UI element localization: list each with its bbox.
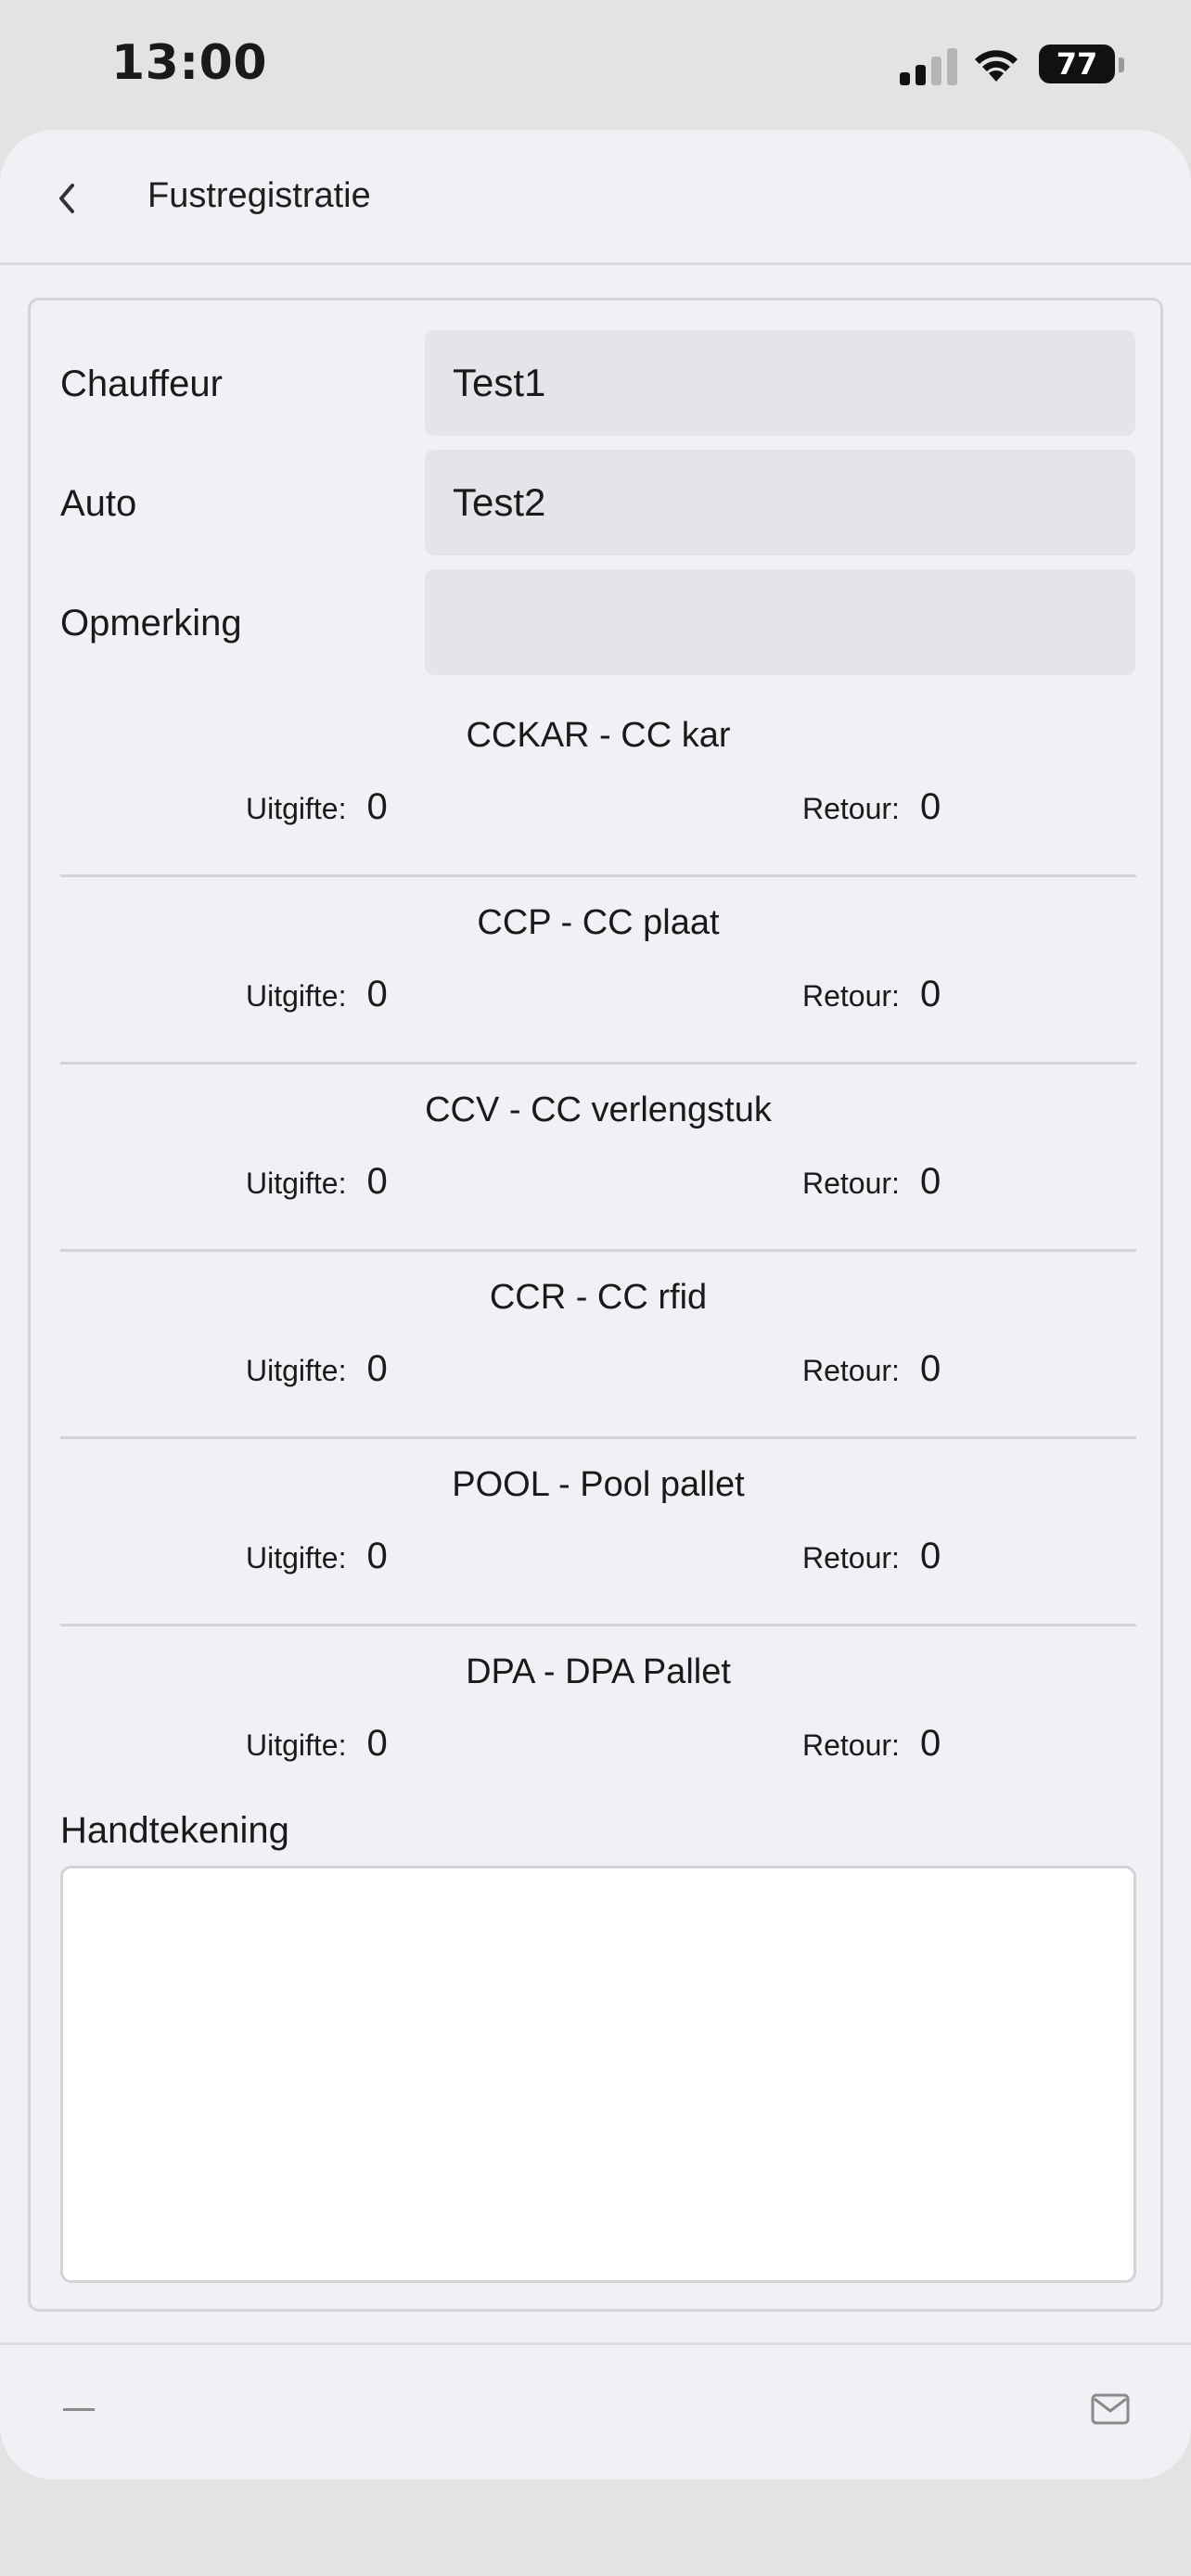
- uitgifte-value[interactable]: 0: [366, 1723, 387, 1765]
- minus-icon[interactable]: [63, 2408, 95, 2411]
- header: Fustregistratie: [0, 130, 1191, 265]
- item-title: DPA - DPA Pallet: [466, 1652, 731, 1691]
- retour-value[interactable]: 0: [920, 1536, 941, 1577]
- list-item: CCV - CC verlengstuk Uitgifte: 0 Retour:…: [60, 1065, 1136, 1252]
- retour-label: Retour:: [802, 1728, 900, 1762]
- retour-qty[interactable]: Retour: 0: [802, 1161, 941, 1207]
- retour-qty[interactable]: Retour: 0: [802, 1348, 941, 1395]
- uitgifte-qty[interactable]: Uitgifte: 0: [246, 1161, 388, 1207]
- retour-label: Retour:: [802, 792, 900, 825]
- signature-label: Handtekening: [60, 1810, 289, 1851]
- uitgifte-qty[interactable]: Uitgifte: 0: [246, 786, 388, 833]
- list-item: CCKAR - CC kar Uitgifte: 0 Retour: 0: [60, 690, 1136, 877]
- battery-level: 77: [1056, 46, 1098, 82]
- retour-value[interactable]: 0: [920, 974, 941, 1015]
- uitgifte-qty[interactable]: Uitgifte: 0: [246, 1348, 388, 1395]
- status-time: 13:00: [111, 35, 268, 91]
- item-title: CCR - CC rfid: [489, 1278, 708, 1317]
- battery-cap: [1119, 57, 1124, 72]
- uitgifte-label: Uitgifte:: [246, 1541, 347, 1575]
- battery-icon: 77: [1039, 45, 1115, 83]
- retour-label: Retour:: [802, 979, 900, 1013]
- modal-sheet: Fustregistratie Chauffeur Test1 Auto Tes…: [0, 130, 1191, 2480]
- auto-label: Auto: [60, 483, 137, 524]
- wifi-icon: [975, 50, 1018, 82]
- uitgifte-value[interactable]: 0: [366, 1348, 387, 1390]
- uitgifte-label: Uitgifte:: [246, 1354, 347, 1387]
- uitgifte-value[interactable]: 0: [366, 1536, 387, 1577]
- uitgifte-label: Uitgifte:: [246, 1728, 347, 1762]
- uitgifte-label: Uitgifte:: [246, 979, 347, 1013]
- retour-value[interactable]: 0: [920, 786, 941, 828]
- opmerking-label: Opmerking: [60, 603, 242, 644]
- status-bar: 13:00 77: [0, 0, 1191, 130]
- uitgifte-value[interactable]: 0: [366, 1161, 387, 1203]
- uitgifte-qty[interactable]: Uitgifte: 0: [246, 1536, 388, 1582]
- retour-qty[interactable]: Retour: 0: [802, 786, 941, 833]
- auto-field[interactable]: Test2: [425, 450, 1135, 555]
- footer-toolbar: [0, 2342, 1191, 2480]
- item-title: CCV - CC verlengstuk: [425, 1090, 772, 1129]
- retour-label: Retour:: [802, 1541, 900, 1575]
- chauffeur-label: Chauffeur: [60, 363, 223, 404]
- list-item: CCR - CC rfid Uitgifte: 0 Retour: 0: [60, 1252, 1136, 1439]
- retour-value[interactable]: 0: [920, 1348, 941, 1390]
- retour-label: Retour:: [802, 1354, 900, 1387]
- page-title: Fustregistratie: [147, 176, 371, 215]
- uitgifte-label: Uitgifte:: [246, 792, 347, 825]
- item-title: CCP - CC plaat: [477, 903, 720, 942]
- chevron-left-icon[interactable]: [52, 178, 83, 219]
- item-title: CCKAR - CC kar: [466, 716, 731, 755]
- opmerking-row: Opmerking: [31, 569, 1160, 675]
- signature-pad[interactable]: [60, 1866, 1136, 2283]
- mail-icon[interactable]: [1091, 2393, 1130, 2425]
- chauffeur-row: Chauffeur Test1: [31, 330, 1160, 436]
- chauffeur-field[interactable]: Test1: [425, 330, 1135, 436]
- cellular-signal-icon: [900, 48, 957, 85]
- retour-qty[interactable]: Retour: 0: [802, 974, 941, 1020]
- list-item: CCP - CC plaat Uitgifte: 0 Retour: 0: [60, 877, 1136, 1065]
- list-item: POOL - Pool pallet Uitgifte: 0 Retour: 0: [60, 1439, 1136, 1626]
- retour-qty[interactable]: Retour: 0: [802, 1536, 941, 1582]
- retour-value[interactable]: 0: [920, 1161, 941, 1203]
- auto-row: Auto Test2: [31, 450, 1160, 555]
- form-card: Chauffeur Test1 Auto Test2 Opmerking CCK…: [28, 298, 1163, 2312]
- item-title: POOL - Pool pallet: [452, 1465, 745, 1504]
- uitgifte-label: Uitgifte:: [246, 1167, 347, 1200]
- list-item: DPA - DPA Pallet Uitgifte: 0 Retour: 0: [60, 1626, 1136, 1784]
- retour-value[interactable]: 0: [920, 1723, 941, 1765]
- uitgifte-value[interactable]: 0: [366, 974, 387, 1015]
- retour-qty[interactable]: Retour: 0: [802, 1723, 941, 1769]
- uitgifte-value[interactable]: 0: [366, 786, 387, 828]
- opmerking-field[interactable]: [425, 569, 1135, 675]
- uitgifte-qty[interactable]: Uitgifte: 0: [246, 974, 388, 1020]
- uitgifte-qty[interactable]: Uitgifte: 0: [246, 1723, 388, 1769]
- retour-label: Retour:: [802, 1167, 900, 1200]
